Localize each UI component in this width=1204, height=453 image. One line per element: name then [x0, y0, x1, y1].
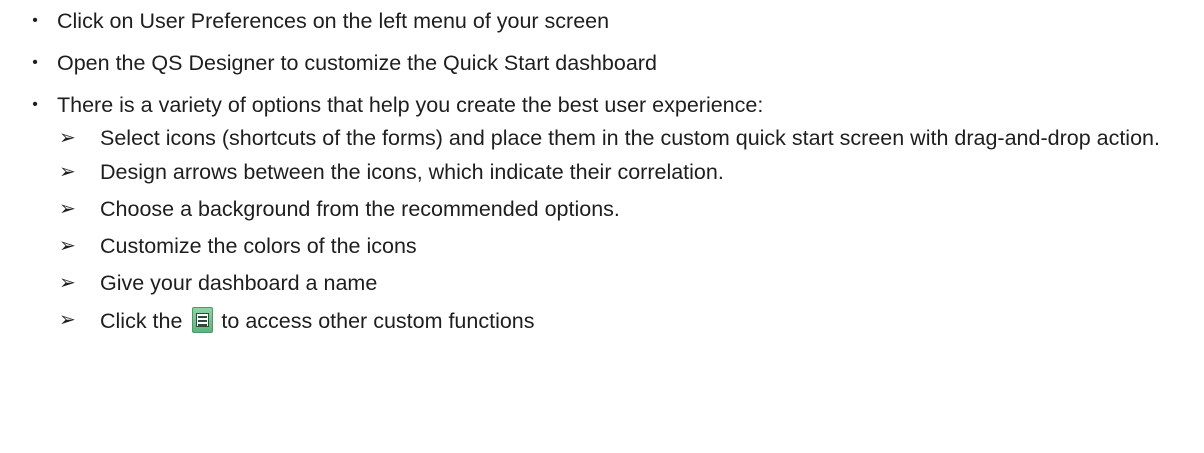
sub-list-item-text: Choose a background from the recommended…	[100, 197, 620, 221]
sub-list-item-text: Customize the colors of the icons	[100, 234, 417, 258]
sub-list-item: ➢ Design arrows between the icons, which…	[57, 159, 1190, 185]
arrow-bullet-icon: ➢	[59, 127, 76, 149]
sub-list-item: ➢ Select icons (shortcuts of the forms) …	[57, 121, 1190, 156]
sub-list-item-text: Select icons (shortcuts of the forms) an…	[100, 126, 1160, 150]
arrow-bullet-icon: ➢	[59, 235, 76, 257]
sub-bullet-list: ➢ Select icons (shortcuts of the forms) …	[57, 121, 1204, 334]
bullet-list: • Click on User Preferences on the left …	[0, 8, 1204, 350]
list-item-text: Click on User Preferences on the left me…	[57, 9, 610, 33]
sub-list-item: ➢ Give your dashboard a name	[57, 270, 1190, 296]
bullet-marker: •	[32, 54, 38, 71]
arrow-bullet-icon: ➢	[59, 161, 76, 183]
bullet-marker: •	[32, 96, 38, 113]
arrow-bullet-icon: ➢	[59, 198, 76, 220]
arrow-bullet-icon: ➢	[59, 272, 76, 294]
sub-list-item-text: Give your dashboard a name	[100, 271, 378, 295]
list-item-text: Open the QS Designer to customize the Qu…	[57, 51, 657, 75]
list-item-text: There is a variety of options that help …	[57, 93, 764, 117]
arrow-bullet-icon: ➢	[59, 309, 76, 331]
list-item: • Click on User Preferences on the left …	[0, 8, 1204, 34]
menu-icon-bars	[196, 313, 210, 327]
bullet-marker: •	[32, 12, 38, 29]
document-body: • Click on User Preferences on the left …	[0, 0, 1204, 453]
list-item: • Open the QS Designer to customize the …	[0, 50, 1204, 76]
list-item: • There is a variety of options that hel…	[0, 92, 1204, 334]
sub-list-item-text-after: to access other custom functions	[221, 309, 535, 333]
menu-icon	[192, 307, 214, 333]
sub-list-item: ➢ Customize the colors of the icons	[57, 233, 1190, 259]
sub-list-item: ➢ Click the to access other custom funct…	[57, 307, 1190, 334]
sub-list-item: ➢ Choose a background from the recommend…	[57, 196, 1190, 222]
sub-list-item-text-before: Click the	[100, 309, 183, 333]
sub-list-item-text: Design arrows between the icons, which i…	[100, 160, 724, 184]
